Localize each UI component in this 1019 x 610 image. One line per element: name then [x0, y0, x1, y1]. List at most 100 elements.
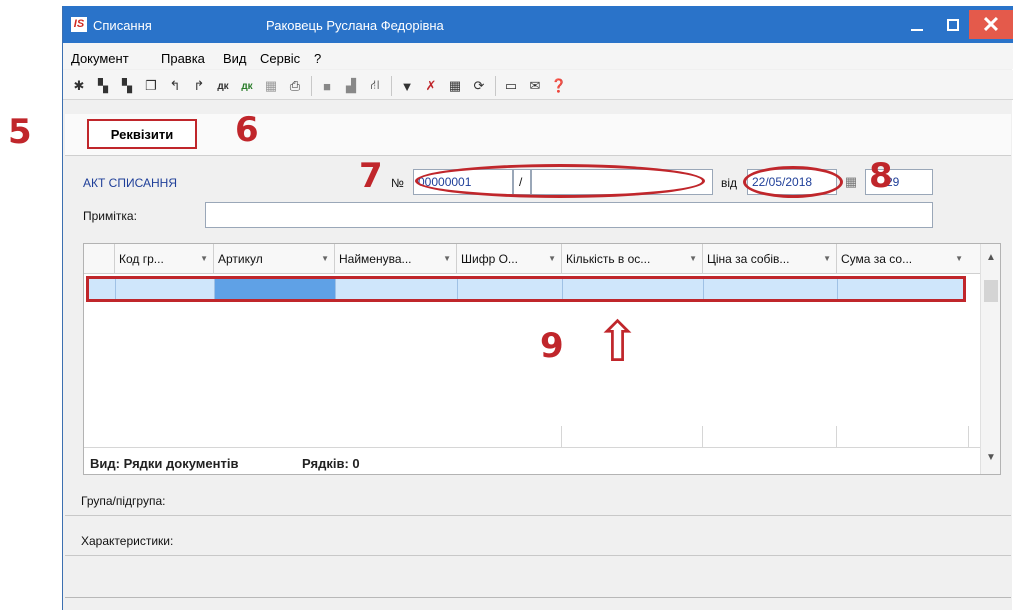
grid-view-label: Вид: Рядки документів: [90, 456, 239, 471]
square2-icon[interactable]: ▟: [341, 76, 361, 96]
row-indicator-cell: [89, 279, 116, 299]
sort-dropdown-icon[interactable]: ▼: [443, 244, 451, 274]
toolbar-separator: [391, 76, 392, 96]
title-bar[interactable]: IS Списання Раковець Руслана Федорівна ✕: [63, 6, 1013, 43]
dk-icon[interactable]: дк: [213, 76, 233, 96]
row-cell-article[interactable]: [215, 279, 336, 299]
grid-scrollbar[interactable]: ▲ ▼: [980, 244, 1000, 474]
callout-8: 8: [869, 156, 893, 196]
menu-service[interactable]: Сервіс: [260, 51, 300, 66]
redo-icon[interactable]: ↱: [189, 76, 209, 96]
grid-col-label: Кількість в ос...: [566, 252, 651, 266]
duplicate-icon[interactable]: ❐: [141, 76, 161, 96]
menu-edit[interactable]: Правка: [161, 51, 205, 66]
minimize-icon: [911, 28, 923, 31]
close-icon: ✕: [981, 11, 1001, 37]
grid-col-article[interactable]: Артикул ▼: [213, 244, 334, 274]
sort-dropdown-icon[interactable]: ▼: [823, 244, 831, 274]
grid-col-quantity[interactable]: Кількість в ос... ▼: [561, 244, 702, 274]
menu-bar: Документ Правка Вид Сервіс ?: [63, 43, 1013, 69]
menu-help[interactable]: ?: [314, 51, 321, 66]
grid-col-label: Найменува...: [339, 252, 412, 266]
annotation-oval-number: [415, 164, 705, 198]
row-cell-name[interactable]: [336, 279, 458, 299]
grid-col-label: Ціна за собів...: [707, 252, 790, 266]
form-icon[interactable]: ▭: [501, 76, 521, 96]
callout-9: 9: [540, 326, 564, 366]
window-user: Раковець Руслана Федорівна: [266, 18, 444, 33]
filter-icon[interactable]: ▼: [397, 76, 417, 96]
clear-filter-icon[interactable]: ✗: [421, 76, 441, 96]
dk-green-icon[interactable]: дк: [237, 76, 257, 96]
grid-divider: [968, 426, 969, 448]
close-button[interactable]: ✕: [969, 10, 1013, 39]
sort-dropdown-icon[interactable]: ▼: [321, 244, 329, 274]
sort-dropdown-icon[interactable]: ▼: [548, 244, 556, 274]
calendar-icon[interactable]: ▦: [841, 172, 861, 192]
toolbar-separator: [495, 76, 496, 96]
mail-icon[interactable]: ✉: [525, 76, 545, 96]
grid-col-label: Сума за со...: [841, 252, 913, 266]
characteristics-section: Характеристики:: [65, 516, 1011, 556]
maximize-icon: [947, 18, 959, 31]
sort-dropdown-icon[interactable]: ▼: [955, 244, 963, 274]
grid-col-cipher[interactable]: Шифр О... ▼: [456, 244, 561, 274]
grid-divider: [561, 426, 562, 448]
grid-divider: [836, 426, 837, 448]
undo-icon[interactable]: ↰: [165, 76, 185, 96]
table-icon[interactable]: ▦: [445, 76, 465, 96]
callout-5: 5: [8, 112, 32, 152]
grid-col-label: Код гр...: [119, 252, 164, 266]
annotation-oval-date: [743, 166, 843, 198]
sort-dropdown-icon[interactable]: ▼: [689, 244, 697, 274]
callout-7: 7: [359, 156, 383, 196]
row-cell-group-code[interactable]: [116, 279, 215, 299]
copy-doc-icon[interactable]: ▚: [93, 76, 113, 96]
act-title: АКТ СПИСАННЯ: [83, 176, 177, 190]
new-icon[interactable]: ✱: [69, 76, 89, 96]
scroll-up-icon[interactable]: ▲: [981, 252, 1001, 263]
tab-requisites[interactable]: Реквізити: [87, 119, 197, 149]
window-title: Списання: [93, 18, 152, 33]
menu-document[interactable]: Документ: [71, 51, 129, 66]
help-icon[interactable]: ❓: [549, 76, 569, 96]
date-label: від: [721, 176, 738, 190]
callout-6: 6: [235, 110, 259, 150]
grid-col-indicator: [84, 244, 114, 274]
characteristics-label: Характеристики:: [81, 534, 174, 548]
grid-divider: [702, 426, 703, 448]
tree-icon[interactable]: ⛙: [365, 76, 385, 96]
move-doc-icon[interactable]: ▚: [117, 76, 137, 96]
sort-dropdown-icon[interactable]: ▼: [200, 244, 208, 274]
group-label: Група/підгрупа:: [81, 494, 166, 508]
grid-col-cost-sum[interactable]: Сума за со... ▼: [836, 244, 968, 274]
up-arrow-icon: ⇧: [594, 310, 641, 375]
grid-col-group-code[interactable]: Код гр... ▼: [114, 244, 213, 274]
toolbar: ✱ ▚ ▚ ❐ ↰ ↱ дк дк ▦ ⎙ ■ ▟ ⛙ ▼ ✗ ▦ ⟳ ▭ ✉ …: [63, 70, 1013, 100]
row-cell-cipher[interactable]: [458, 279, 563, 299]
status-panel: [65, 556, 1011, 598]
calc-icon[interactable]: ▦: [261, 76, 281, 96]
square-icon[interactable]: ■: [317, 76, 337, 96]
row-cell-cost-sum[interactable]: [838, 279, 963, 299]
grid-header: Код гр... ▼ Артикул ▼ Найменува... ▼ Шифр О…: [84, 244, 980, 274]
note-label: Примітка:: [83, 209, 137, 223]
grid-col-label: Шифр О...: [461, 252, 518, 266]
document-lines-grid: Код гр... ▼ Артикул ▼ Найменува... ▼ Шифр О…: [83, 243, 1001, 475]
number-label: №: [391, 176, 404, 190]
table-row[interactable]: [86, 276, 966, 302]
grid-col-cost-price[interactable]: Ціна за собів... ▼: [702, 244, 836, 274]
note-field[interactable]: [205, 202, 933, 228]
grid-col-name[interactable]: Найменува... ▼: [334, 244, 456, 274]
grid-total-row: [84, 426, 980, 448]
print-icon[interactable]: ⎙: [285, 76, 305, 96]
scroll-thumb[interactable]: [984, 280, 998, 302]
document-window: IS Списання Раковець Руслана Федорівна ✕…: [62, 6, 1013, 610]
tab-strip: Реквізити: [65, 114, 1011, 156]
row-cell-cost-price[interactable]: [704, 279, 838, 299]
grid-col-label: Артикул: [218, 252, 263, 266]
refresh-icon[interactable]: ⟳: [469, 76, 489, 96]
row-cell-quantity[interactable]: [563, 279, 704, 299]
scroll-down-icon[interactable]: ▼: [981, 452, 1001, 463]
menu-view[interactable]: Вид: [223, 51, 247, 66]
